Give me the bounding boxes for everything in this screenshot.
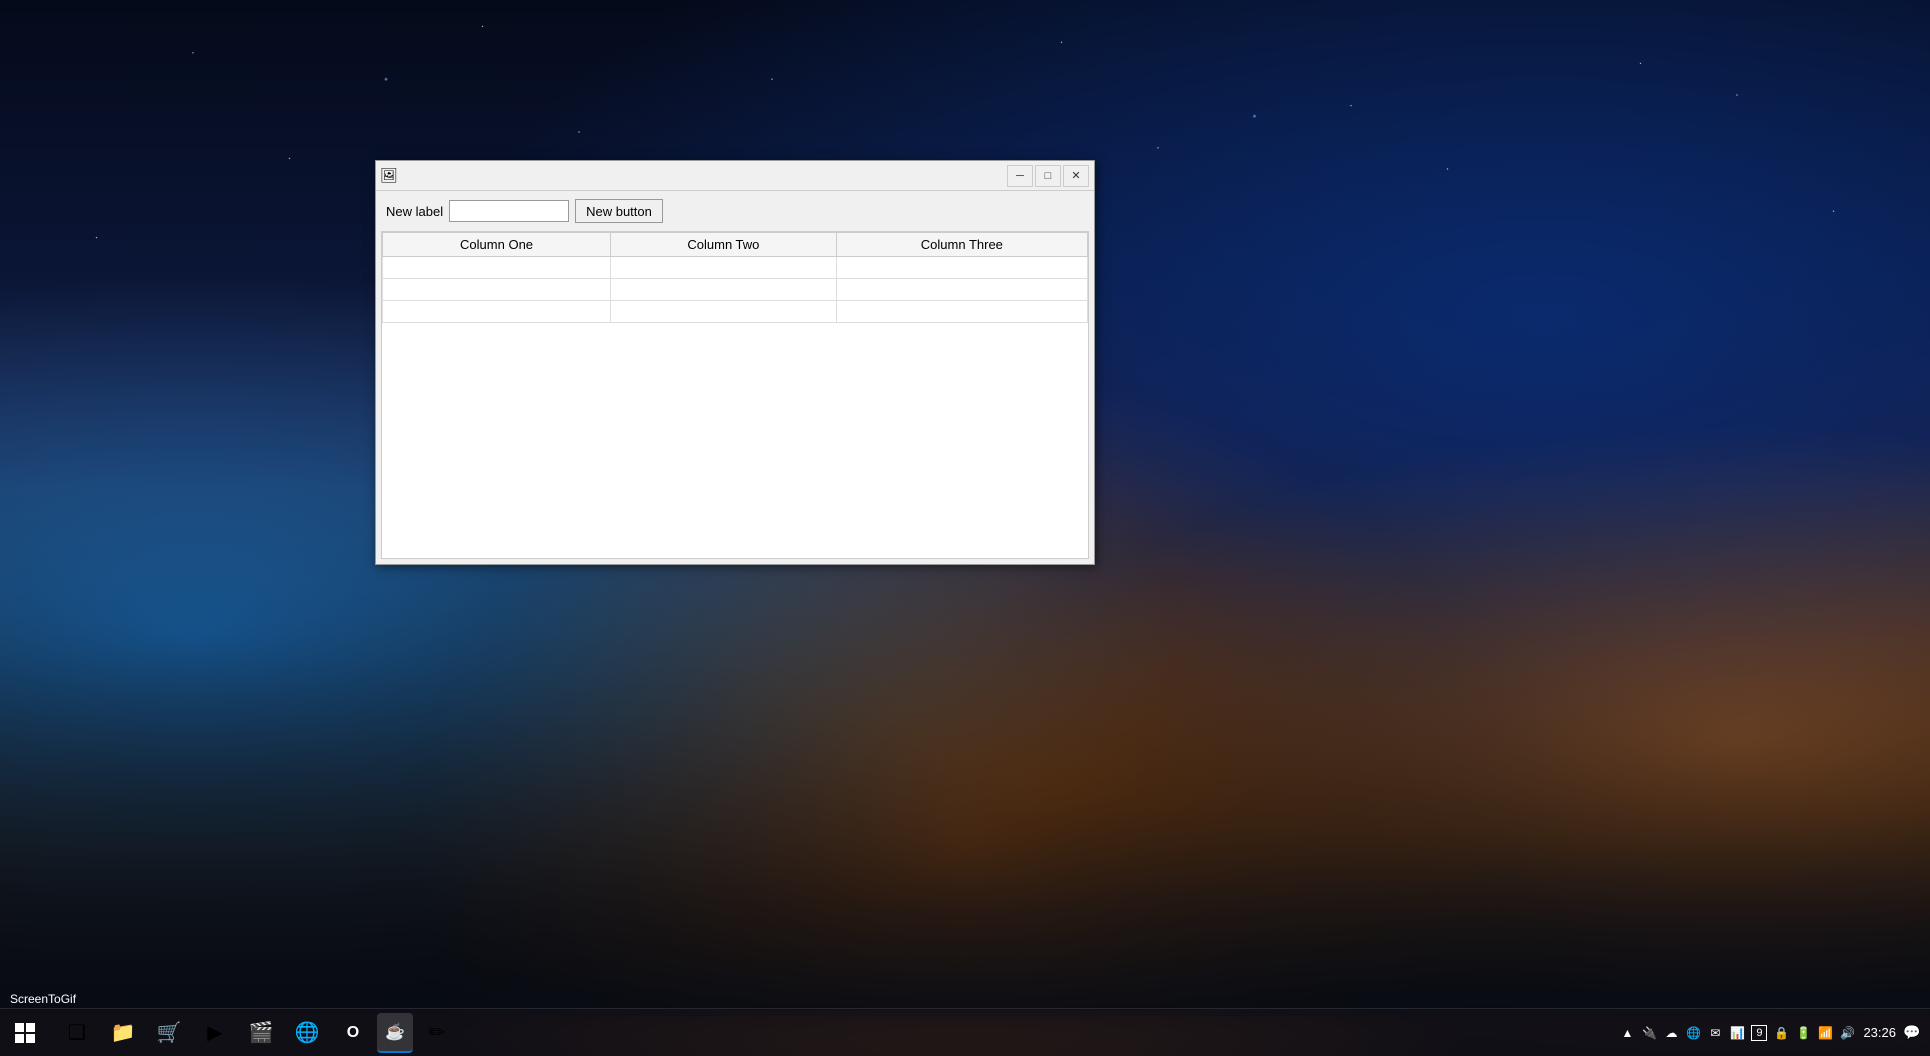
- close-button[interactable]: ✕: [1063, 165, 1089, 187]
- application-window: 🖼 ─ □ ✕ New label New button Column One …: [375, 160, 1095, 565]
- data-table: Column One Column Two Column Three: [382, 232, 1088, 323]
- winamp-button[interactable]: ▶: [193, 1013, 237, 1053]
- column-one-header: Column One: [383, 233, 611, 257]
- chart-icon[interactable]: 📊: [1729, 1025, 1745, 1041]
- cell: [383, 279, 611, 301]
- label-text: New label: [386, 204, 443, 219]
- screentogif-label: ScreenToGif: [10, 992, 76, 1006]
- cell: [611, 301, 837, 323]
- network2-icon[interactable]: 🌐: [1685, 1025, 1701, 1041]
- network-icon[interactable]: 🔌: [1641, 1025, 1657, 1041]
- cell: [836, 301, 1087, 323]
- window-content: New label New button Column One Column T…: [376, 191, 1094, 564]
- app-icon: 🖼: [381, 168, 397, 184]
- lock-icon[interactable]: 🔒: [1773, 1025, 1789, 1041]
- maximize-button[interactable]: □: [1035, 165, 1061, 187]
- chrome-button[interactable]: 🌐: [285, 1013, 329, 1053]
- table-body: [383, 257, 1088, 323]
- mail-icon[interactable]: ✉: [1707, 1025, 1723, 1041]
- toolbar: New label New button: [376, 191, 1094, 231]
- title-bar-controls: ─ □ ✕: [1007, 165, 1089, 187]
- volume-icon[interactable]: 🔊: [1839, 1025, 1855, 1041]
- minimize-button[interactable]: ─: [1007, 165, 1033, 187]
- opera-button[interactable]: O: [331, 1013, 375, 1053]
- cell: [383, 257, 611, 279]
- wifi-icon[interactable]: 📶: [1817, 1025, 1833, 1041]
- taskbar: ❑ 📁 🛒 ▶ 🎬 🌐 O ☕ ✏ ▲ 🔌 ☁ 🌐 ✉ 📊 9 🔒 🔋 📶 🔊 …: [0, 1008, 1930, 1056]
- show-hidden-icons-button[interactable]: ▲: [1619, 1025, 1635, 1041]
- new-button[interactable]: New button: [575, 199, 663, 223]
- store-button[interactable]: 🛒: [147, 1013, 191, 1053]
- column-two-header: Column Two: [611, 233, 837, 257]
- title-bar-left: 🖼: [381, 168, 397, 184]
- table-header: Column One Column Two Column Three: [383, 233, 1088, 257]
- cell: [836, 257, 1087, 279]
- notification-icon[interactable]: 💬: [1904, 1025, 1920, 1041]
- clock-time: 23:26: [1863, 1025, 1896, 1040]
- clock[interactable]: 23:26: [1863, 1025, 1896, 1040]
- onedrive-icon[interactable]: ☁: [1663, 1025, 1679, 1041]
- header-row: Column One Column Two Column Three: [383, 233, 1088, 257]
- battery-icon[interactable]: 🔋: [1795, 1025, 1811, 1041]
- table-container: Column One Column Two Column Three: [381, 231, 1089, 559]
- system-tray: ▲ 🔌 ☁ 🌐 ✉ 📊 9 🔒 🔋 📶 🔊: [1619, 1025, 1855, 1041]
- java-app-button[interactable]: ☕: [377, 1013, 413, 1053]
- windows-logo-icon: [15, 1023, 35, 1043]
- badge-icon[interactable]: 9: [1751, 1025, 1767, 1041]
- table-row: [383, 301, 1088, 323]
- taskbar-right: ▲ 🔌 ☁ 🌐 ✉ 📊 9 🔒 🔋 📶 🔊 23:26 💬: [1619, 1025, 1930, 1041]
- cell: [836, 279, 1087, 301]
- title-bar: 🖼 ─ □ ✕: [376, 161, 1094, 191]
- label-input[interactable]: [449, 200, 569, 222]
- table-row: [383, 279, 1088, 301]
- cell: [611, 257, 837, 279]
- start-button[interactable]: [0, 1009, 50, 1056]
- other-app-button[interactable]: ✏: [415, 1013, 459, 1053]
- table-row: [383, 257, 1088, 279]
- java-icon: ☕: [385, 1022, 405, 1042]
- task-view-button[interactable]: ❑: [55, 1013, 99, 1053]
- cell: [383, 301, 611, 323]
- cell: [611, 279, 837, 301]
- taskbar-pinned-apps: ❑ 📁 🛒 ▶ 🎬 🌐 O ☕ ✏: [50, 1009, 464, 1056]
- file-explorer-button[interactable]: 📁: [101, 1013, 145, 1053]
- vlc-button[interactable]: 🎬: [239, 1013, 283, 1053]
- column-three-header: Column Three: [836, 233, 1087, 257]
